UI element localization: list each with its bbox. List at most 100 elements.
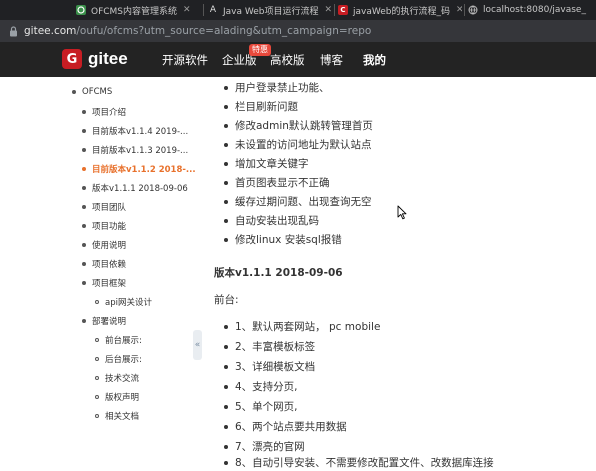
toc-item[interactable]: 项目功能 [82,220,126,232]
bullet-icon [72,90,76,94]
list-item: 栏目刷新问题 [224,99,298,114]
close-icon[interactable]: ✕ [456,5,462,15]
paragraph: 前台: [214,294,239,306]
nav-university[interactable]: 高校版 [270,42,305,77]
toc-label: 版本v1.1.1 2018-09-06 [92,184,188,194]
bullet-icon [224,218,228,223]
bullet-icon [95,338,99,342]
lock-icon[interactable] [8,25,18,37]
toc-item[interactable]: 项目依赖 [82,258,126,270]
toc-item[interactable]: 项目团队 [82,201,126,213]
browser-tab-2[interactable]: A Java Web项目运行流程 ✕ [208,0,332,20]
toc-item[interactable]: 项目介绍 [82,106,126,118]
bullet-icon [95,414,99,418]
browser-tab-strip: OFCMS内容管理系统 ✕ A Java Web项目运行流程 ✕ C javaW… [0,0,596,20]
list-item: 7、漂亮的官网 [224,439,305,454]
tab-divider [203,4,204,16]
close-icon[interactable]: ✕ [183,5,191,15]
bullet-icon [224,424,228,429]
toc-label: 部署说明 [92,317,127,327]
globe-icon [468,5,478,15]
site-header: G gitee 开源软件 企业版 高校版 博客 我的 [0,42,596,77]
bullet-icon [224,444,228,449]
bullet-icon [224,199,228,204]
bullet-icon [82,148,86,152]
gitee-logo-mark: G [62,49,82,69]
browser-tab-title: javaWeb的执行流程_码 [353,6,450,17]
bullet-icon [224,460,228,465]
toc-label: 项目框架 [92,279,127,289]
list-item: 缓存过期问题、出现查询无空 [224,194,372,209]
browser-tab-4[interactable]: localhost:8080/javase_ [468,0,596,20]
browser-tab-3[interactable]: C javaWeb的执行流程_码 ✕ [338,0,462,20]
bullet-icon [95,376,99,380]
tab-divider [464,4,465,16]
list-item: 4、支持分页, [224,379,298,394]
address-bar[interactable]: gitee.com/oufu/ofcms?utm_source=alading&… [0,20,596,42]
toc-item[interactable]: 使用说明 [82,239,126,251]
list-item: 8、自动引导安装、不需要修改配置文件、改数据库连接 [224,455,494,470]
toc-item-active[interactable]: 目前版本v1.1.2 2018-... [82,163,196,175]
list-item: 6、两个站点要共用数据 [224,419,347,434]
bullet-icon [82,167,86,171]
list-item: 2、丰富模板标签 [224,339,315,354]
list-item: 首页图表显示不正确 [224,175,330,190]
bullet-icon [95,395,99,399]
toc-item[interactable]: 部署说明 [82,315,126,327]
close-icon[interactable]: ✕ [325,5,333,15]
browser-tab-title: OFCMS内容管理系统 [91,6,178,17]
list-item: 3、详细模板文档 [224,359,315,374]
bullet-icon [224,142,228,147]
toc-label: 技术交流 [105,374,140,384]
browser-tab-title: Java Web项目运行流程 [223,6,319,17]
toc-subitem[interactable]: 相关文档 [95,410,139,422]
toc-label: api网关设计 [105,298,152,308]
toc-sidebar: OFCMS 项目介绍 目前版本v1.1.4 2019-... 目前版本v1.1.… [62,77,196,471]
list-item: 用户登录禁止功能、 [224,80,330,95]
list-item: 自动安装出现乱码 [224,213,319,228]
bullet-icon [95,357,99,361]
toc-label: 目前版本v1.1.4 2019-... [92,127,189,137]
bullet-icon [224,344,228,349]
toc-label: 项目依赖 [92,260,127,270]
bullet-icon [95,300,99,304]
csdn-icon: C [338,5,348,15]
list-item: 修改linux 安装sql报错 [224,232,342,247]
list-item: 修改admin默认跳转管理首页 [224,118,373,133]
bullet-icon [224,237,228,242]
nav-mine[interactable]: 我的 [363,42,386,77]
gitee-logo[interactable]: G gitee [62,49,128,69]
toc-subitem[interactable]: 后台展示: [95,353,142,365]
toc-subitem[interactable]: 前台展示: [95,334,142,346]
toc-item[interactable]: 目前版本v1.1.3 2019-... [82,144,188,156]
bullet-icon [224,384,228,389]
toc-subitem[interactable]: 版权声明 [95,391,139,403]
mouse-cursor-icon [397,205,407,220]
browser-tab-1[interactable]: OFCMS内容管理系统 ✕ [76,0,202,20]
toc-item[interactable]: 项目框架 [82,277,126,289]
url-text[interactable]: gitee.com/oufu/ofcms?utm_source=alading&… [24,25,371,37]
toc-subitem[interactable]: api网关设计 [95,296,152,308]
bullet-icon [224,364,228,369]
nav-blog[interactable]: 博客 [320,42,343,77]
browser-tab-title: localhost:8080/javase_ [483,5,586,15]
bullet-icon [224,180,228,185]
gitee-icon [76,5,86,15]
toc-item[interactable]: 目前版本v1.1.4 2019-... [82,125,188,137]
toc-label: 后台展示: [105,355,142,365]
sidebar-collapse-button[interactable]: « [193,330,202,360]
url-path: /oufu/ofcms?utm_source=alading&utm_campa… [76,25,372,37]
nav-open-source[interactable]: 开源软件 [162,42,208,77]
toc-root[interactable]: OFCMS [72,87,112,97]
bullet-icon [82,110,86,114]
gitee-logo-text: gitee [88,49,128,68]
bullet-icon [82,186,86,190]
a-icon: A [209,5,217,15]
list-item: 增加文章关键字 [224,156,309,171]
toc-label: OFCMS [82,87,113,97]
toc-item[interactable]: 版本v1.1.1 2018-09-06 [82,182,188,194]
toc-label: 项目功能 [92,222,127,232]
bullet-icon [224,404,228,409]
toc-subitem[interactable]: 技术交流 [95,372,139,384]
bullet-icon [82,205,86,209]
